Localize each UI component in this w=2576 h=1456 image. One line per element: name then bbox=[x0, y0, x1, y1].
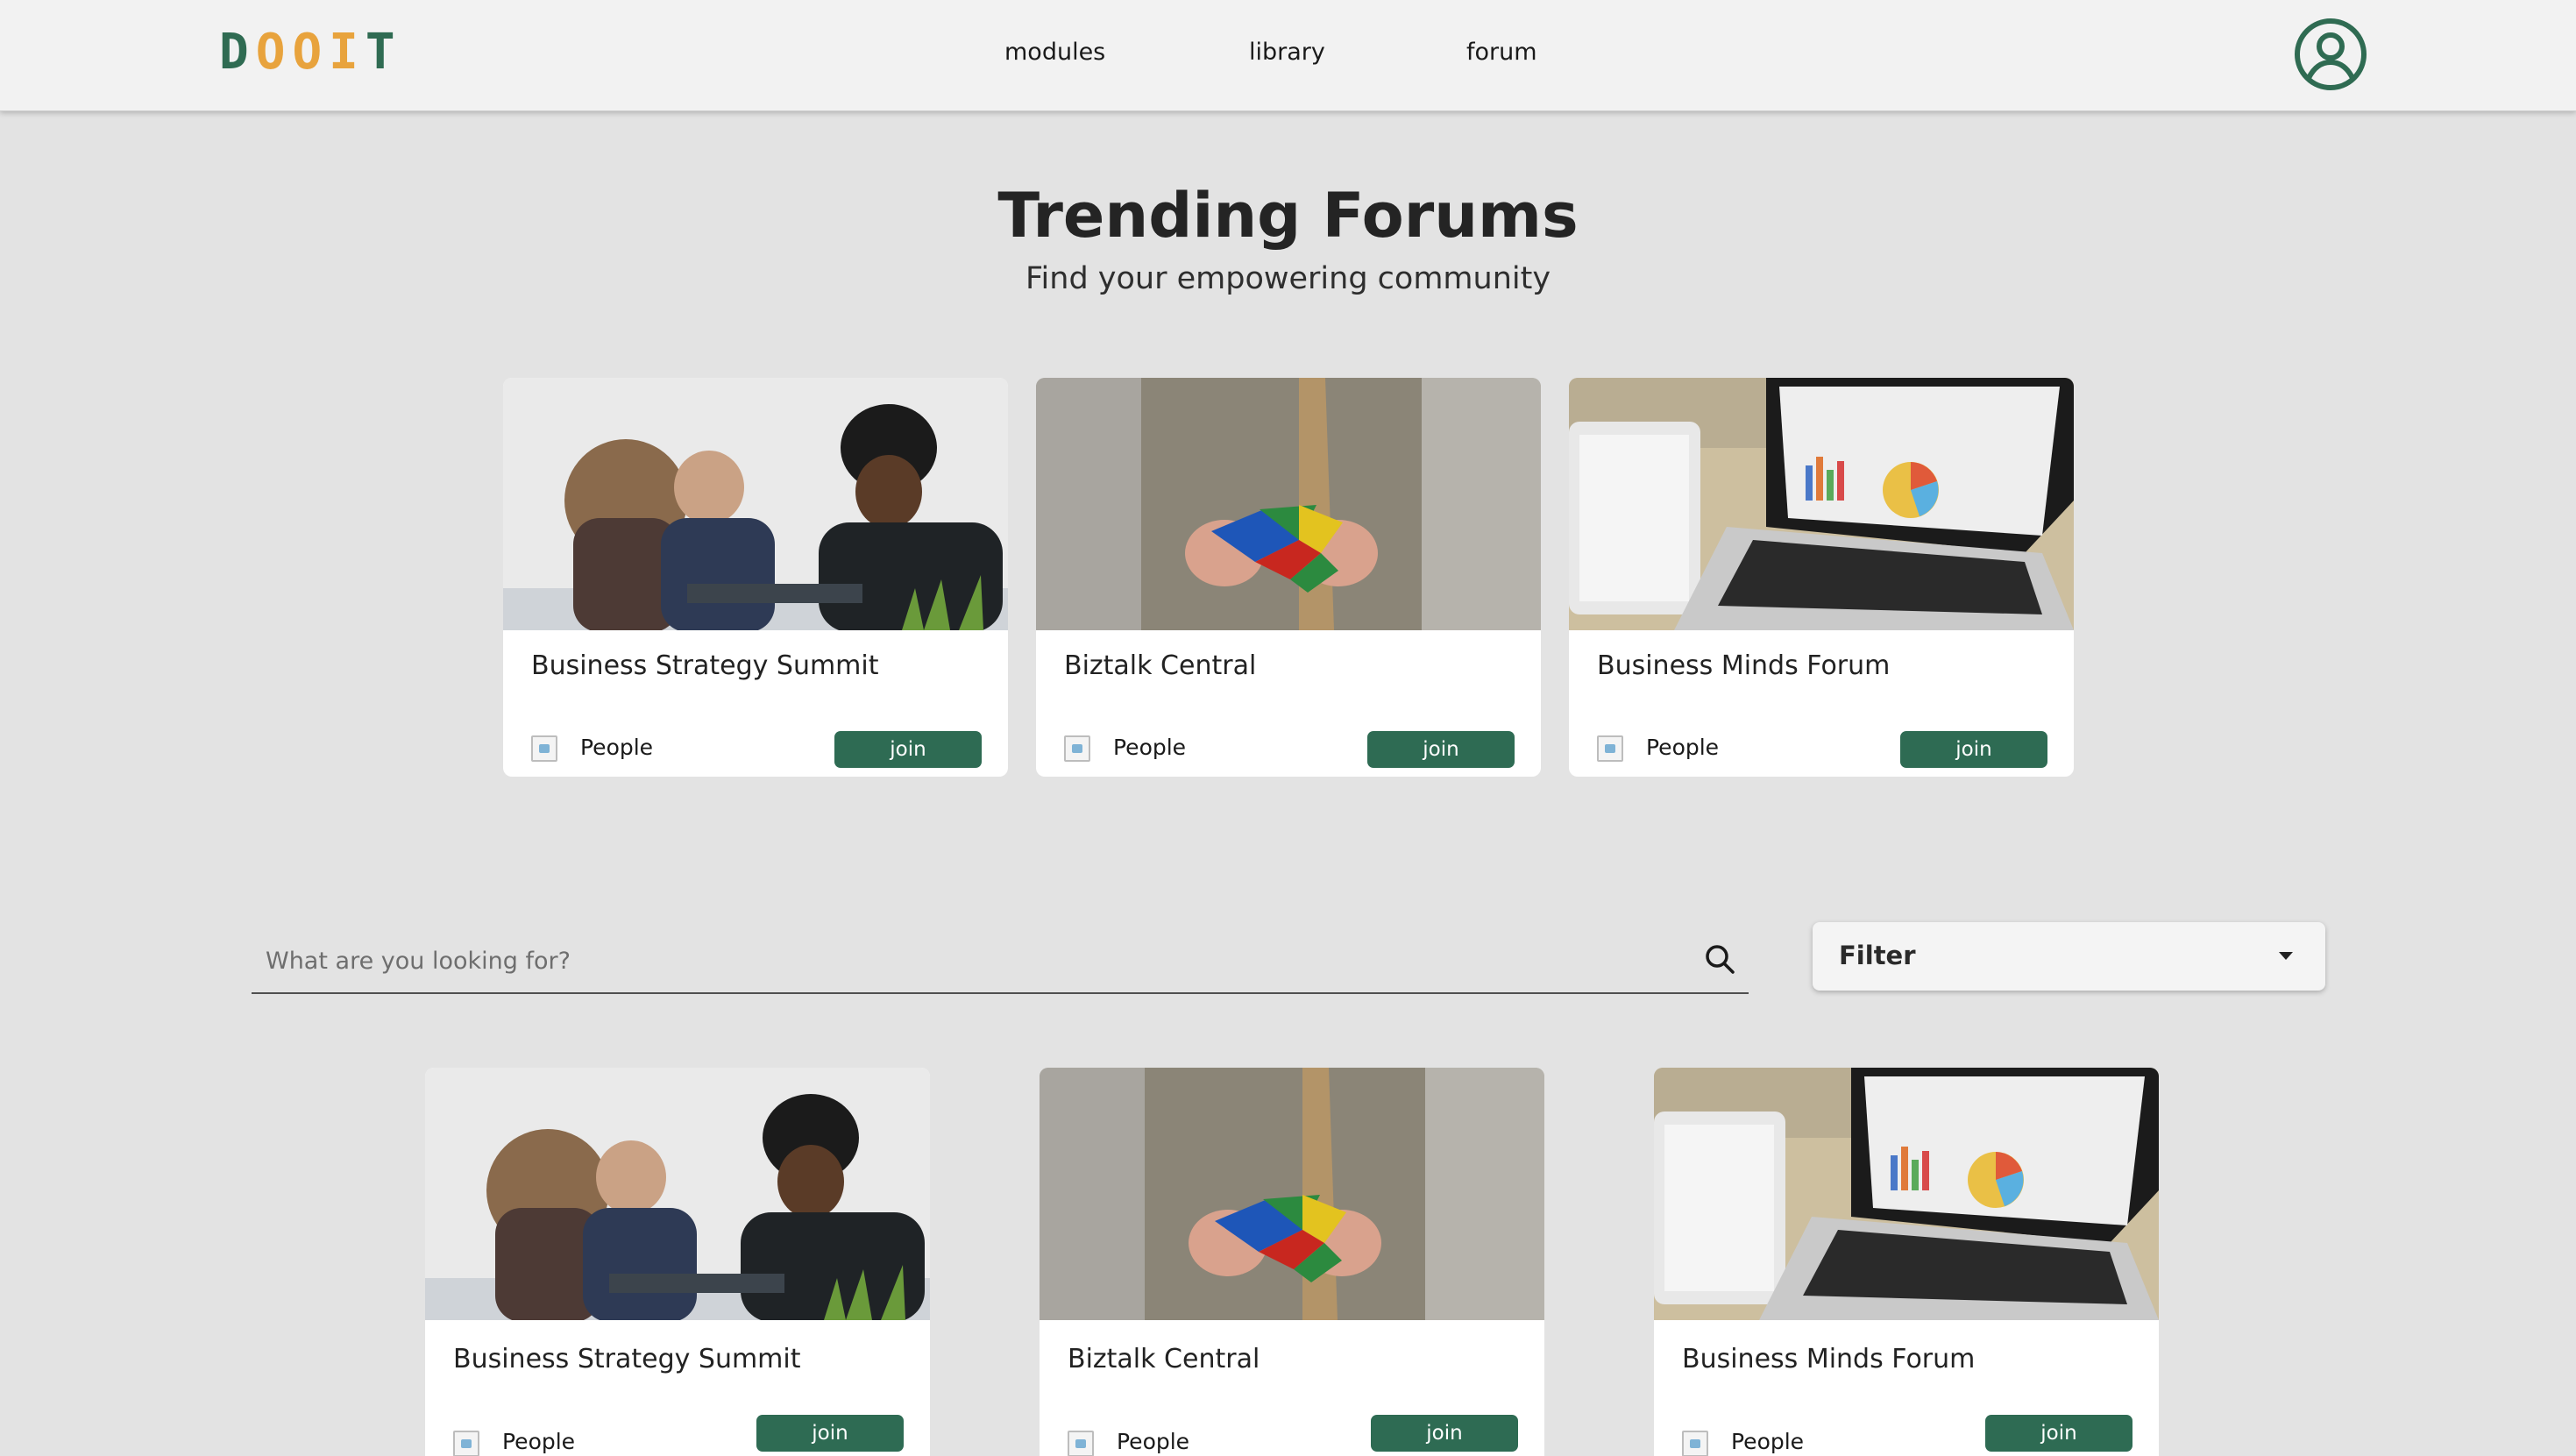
people-icon bbox=[453, 1431, 479, 1456]
logo-letter: O bbox=[292, 24, 324, 81]
join-button[interactable]: join bbox=[1900, 731, 2047, 768]
people-label: People bbox=[1117, 1429, 1190, 1454]
people-label: People bbox=[1113, 735, 1187, 760]
page-title: Trending Forums bbox=[997, 180, 1579, 252]
people-label: People bbox=[1731, 1429, 1805, 1454]
logo-letter: D bbox=[219, 24, 251, 81]
forum-image-laptop-chart bbox=[1654, 1068, 2159, 1320]
top-navbar: D O O I T modules library forum bbox=[0, 0, 2576, 111]
search-icon[interactable] bbox=[1702, 941, 1737, 977]
join-button[interactable]: join bbox=[1985, 1415, 2132, 1452]
people-icon bbox=[1682, 1431, 1708, 1456]
forum-title: Business Minds Forum bbox=[1597, 650, 1891, 681]
people-icon bbox=[531, 735, 557, 762]
logo-letter: O bbox=[255, 24, 287, 81]
forum-title: Business Strategy Summit bbox=[453, 1344, 801, 1374]
people-icon bbox=[1068, 1431, 1094, 1456]
join-button[interactable]: join bbox=[1367, 731, 1515, 768]
join-button[interactable]: join bbox=[834, 731, 982, 768]
filter-label: Filter bbox=[1839, 941, 1916, 970]
filter-dropdown[interactable]: Filter bbox=[1813, 922, 2325, 991]
join-button[interactable]: join bbox=[756, 1415, 904, 1452]
user-circle-icon[interactable] bbox=[2294, 18, 2367, 91]
forum-image-team-meeting bbox=[503, 378, 1008, 630]
trending-forum-card[interactable]: Biztalk Central People join bbox=[1036, 378, 1541, 777]
forum-image-team-meeting bbox=[425, 1068, 930, 1320]
forum-card[interactable]: Biztalk Central People join bbox=[1040, 1068, 1544, 1456]
people-label: People bbox=[580, 735, 654, 760]
dooit-logo[interactable]: D O O I T bbox=[219, 24, 397, 81]
forum-title: Business Strategy Summit bbox=[531, 650, 879, 681]
forum-image-puzzle-cube bbox=[1040, 1068, 1544, 1320]
trending-forum-card[interactable]: Business Strategy Summit People join bbox=[503, 378, 1008, 777]
people-label: People bbox=[502, 1429, 576, 1454]
page-subtitle: Find your empowering community bbox=[1025, 261, 1551, 296]
forum-card[interactable]: Business Strategy Summit People join bbox=[425, 1068, 930, 1456]
forum-title: Biztalk Central bbox=[1068, 1344, 1260, 1374]
page: D O O I T modules library forum Trending… bbox=[0, 0, 2576, 1456]
logo-letter: T bbox=[365, 24, 397, 81]
nav-link-library[interactable]: library bbox=[1249, 35, 1325, 70]
join-button[interactable]: join bbox=[1371, 1415, 1518, 1452]
people-icon bbox=[1597, 735, 1623, 762]
logo-letter: I bbox=[329, 24, 360, 81]
nav-link-modules[interactable]: modules bbox=[1004, 35, 1105, 70]
forum-image-laptop-chart bbox=[1569, 378, 2074, 630]
forum-image-puzzle-cube bbox=[1036, 378, 1541, 630]
trending-forum-card[interactable]: Business Minds Forum People join bbox=[1569, 378, 2074, 777]
people-label: People bbox=[1646, 735, 1720, 760]
forum-card[interactable]: Business Minds Forum People join bbox=[1654, 1068, 2159, 1456]
people-icon bbox=[1064, 735, 1090, 762]
search-input[interactable] bbox=[252, 929, 1654, 992]
nav-link-forum[interactable]: forum bbox=[1466, 35, 1537, 70]
search-bar bbox=[252, 929, 1749, 994]
forum-title: Biztalk Central bbox=[1064, 650, 1257, 681]
caret-down-icon bbox=[2279, 952, 2293, 960]
forum-title: Business Minds Forum bbox=[1682, 1344, 1976, 1374]
